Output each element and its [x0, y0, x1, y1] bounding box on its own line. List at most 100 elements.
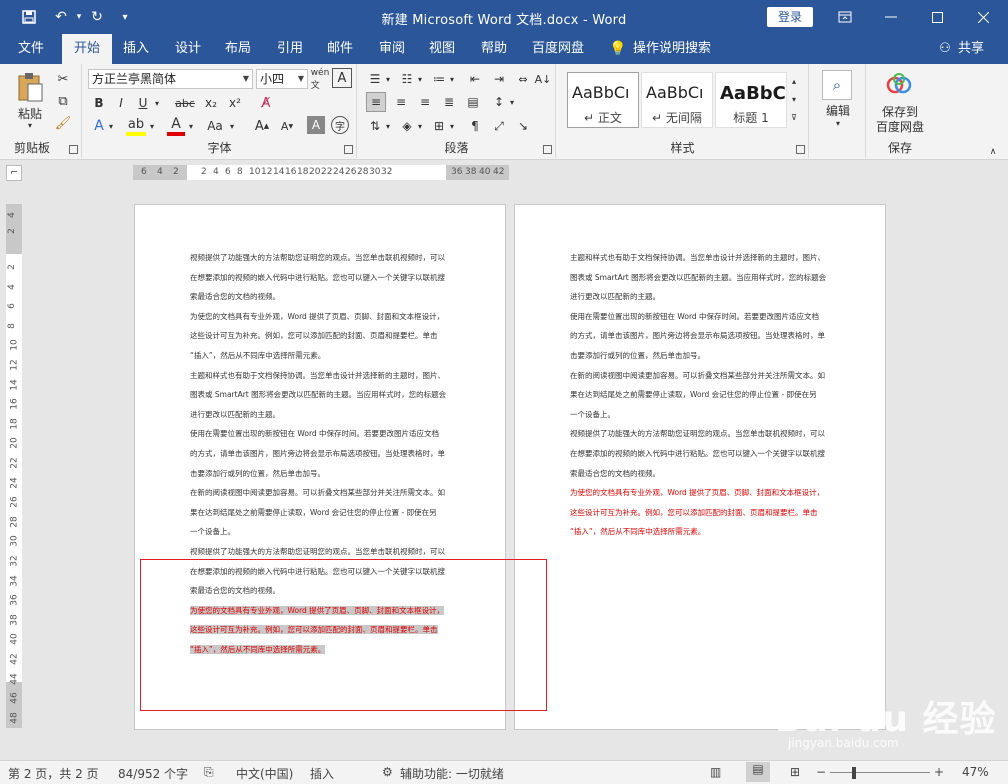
baidu-netdisk-icon[interactable] — [885, 72, 913, 96]
tab-review[interactable]: 审阅 — [372, 34, 412, 64]
italic-icon[interactable]: I — [112, 94, 130, 112]
line-spacing-icon[interactable]: ↕ — [490, 92, 508, 112]
tab-baidu-netdisk[interactable]: 百度网盘 — [526, 34, 590, 64]
shading-dropdown-icon[interactable]: ▾ — [415, 116, 425, 136]
ribbon-display-options-icon[interactable] — [822, 0, 868, 34]
accessibility-status[interactable]: 辅助功能: 一切就绪 — [400, 765, 504, 782]
paste-dropdown-icon[interactable]: ▾ — [22, 120, 38, 130]
tab-view[interactable]: 视图 — [422, 34, 462, 64]
shading-icon[interactable]: ◈ — [398, 116, 416, 136]
zoom-slider[interactable] — [830, 772, 930, 773]
align-left-icon[interactable]: ≡ — [366, 92, 386, 112]
grow-font-icon[interactable]: A ▲ — [253, 116, 271, 136]
paste-icon[interactable] — [14, 70, 46, 104]
zoom-out-icon[interactable]: − — [816, 765, 826, 779]
bullets-icon[interactable]: ☰ — [366, 70, 384, 88]
editing-button[interactable]: 编辑 — [816, 102, 860, 118]
save-to-line2[interactable]: 百度网盘 — [867, 119, 933, 134]
highlight-dropdown-icon[interactable]: ▾ — [147, 116, 157, 136]
character-shading-icon[interactable]: A — [307, 116, 325, 134]
text-direction-icon[interactable]: ⤢ — [490, 116, 508, 136]
font-color-icon[interactable]: A — [167, 116, 185, 136]
style-normal[interactable]: AaBbCı ↵ 正文 — [567, 72, 639, 128]
change-case-dropdown-icon[interactable]: ▾ — [227, 116, 237, 136]
text-effects-dropdown-icon[interactable]: ▾ — [106, 116, 116, 136]
close-button[interactable] — [960, 0, 1006, 34]
tab-home[interactable]: 开始 — [62, 34, 112, 64]
insert-mode[interactable]: 插入 — [310, 765, 334, 782]
bullets-dropdown-icon[interactable]: ▾ — [383, 70, 393, 88]
show-hide-icon[interactable]: ↘ — [514, 116, 532, 136]
increase-indent-icon[interactable]: ⇥ — [490, 70, 508, 88]
editing-dropdown-icon[interactable]: ▾ — [830, 118, 846, 128]
save-to-line1[interactable]: 保存到 — [867, 104, 933, 119]
tab-layout[interactable]: 布局 — [218, 34, 258, 64]
style-heading-1[interactable]: AaBbC 标题 1 — [715, 72, 787, 128]
language[interactable]: 中文(中国) — [236, 765, 293, 782]
styles-more-icon[interactable]: ⊽ — [788, 108, 800, 126]
strikethrough-icon[interactable]: abc — [174, 94, 196, 112]
asian-typography-icon[interactable]: ⇅ — [366, 116, 384, 136]
vertical-ruler[interactable]: 4 2 2 4 6 8 10 12 14 16 18 20 22 24 26 28 30 32 34 36 38 40 42… — [6, 204, 22, 728]
numbering-icon[interactable]: ☷ — [398, 70, 416, 88]
copy-icon[interactable]: ⧉ — [54, 92, 72, 110]
search-hint[interactable]: 操作说明搜索 — [632, 34, 712, 64]
collapse-ribbon-icon[interactable]: ∧ — [986, 146, 1000, 158]
print-layout-icon[interactable]: ▤ — [746, 762, 770, 782]
share-button[interactable]: 共享 — [954, 34, 988, 64]
underline-dropdown-icon[interactable]: ▾ — [152, 94, 162, 112]
paragraph-mark-icon[interactable]: ¶ — [466, 116, 484, 136]
bold-icon[interactable]: B — [90, 94, 108, 112]
distributed-icon[interactable]: ▤ — [463, 92, 483, 112]
shrink-font-icon[interactable]: A ▼ — [278, 116, 296, 136]
numbering-dropdown-icon[interactable]: ▾ — [415, 70, 425, 88]
styles-scroll-up-icon[interactable]: ▴ — [788, 72, 800, 90]
font-name-combo[interactable]: 方正兰亭黑简体 ▼ — [88, 69, 253, 89]
underline-icon[interactable]: U — [134, 94, 152, 112]
align-right-icon[interactable]: ≡ — [415, 92, 435, 112]
superscript-icon[interactable]: x² — [225, 94, 245, 112]
borders-dropdown-icon[interactable]: ▾ — [447, 116, 457, 136]
minimize-button[interactable] — [868, 0, 914, 34]
page-2[interactable]: 主题和样式也有助于文档保持协调。当您单击设计并选择新的主题时，图片、 图表或 Sm… — [514, 204, 886, 730]
zoom-level[interactable]: 47% — [962, 765, 989, 779]
enclose-characters-icon[interactable]: 字 — [331, 116, 349, 134]
character-border-icon[interactable]: A — [332, 68, 352, 88]
zoom-slider-thumb[interactable] — [851, 767, 856, 779]
read-mode-icon[interactable]: ▥ — [710, 765, 721, 779]
styles-launcher-icon[interactable] — [796, 145, 805, 154]
phonetic-guide-icon[interactable]: wén 文 — [309, 68, 331, 91]
tab-mailings[interactable]: 邮件 — [320, 34, 360, 64]
paste-label[interactable]: 粘贴 — [14, 106, 46, 121]
font-size-combo[interactable]: 小四 ▼ — [256, 69, 308, 89]
multilevel-dropdown-icon[interactable]: ▾ — [447, 70, 457, 88]
highlight-icon[interactable]: ab — [126, 116, 146, 136]
font-color-dropdown-icon[interactable]: ▾ — [186, 116, 196, 136]
style-no-spacing[interactable]: AaBbCı ↵ 无间隔 — [641, 72, 713, 128]
login-button[interactable]: 登录 — [767, 7, 813, 27]
clear-formatting-icon[interactable]: A̸ — [255, 94, 277, 112]
chinese-layout-icon[interactable]: ⇔ — [514, 70, 532, 88]
tab-insert[interactable]: 插入 — [116, 34, 156, 64]
accessibility-icon[interactable]: ⚙ — [382, 765, 393, 779]
tab-design[interactable]: 设计 — [168, 34, 208, 64]
tab-help[interactable]: 帮助 — [474, 34, 514, 64]
format-painter-icon[interactable]: 🖌 — [54, 114, 72, 132]
clipboard-launcher-icon[interactable] — [69, 145, 78, 154]
line-spacing-dropdown-icon[interactable]: ▾ — [507, 92, 517, 112]
styles-scroll-down-icon[interactable]: ▾ — [788, 90, 800, 108]
proofing-icon[interactable]: ⎘ — [204, 765, 214, 780]
word-count[interactable]: 84/952 个字 — [118, 765, 188, 782]
asian-typography-dropdown-icon[interactable]: ▾ — [383, 116, 393, 136]
tab-file[interactable]: 文件 — [8, 34, 54, 64]
paragraph-launcher-icon[interactable] — [543, 145, 552, 154]
find-icon[interactable]: ⌕ — [822, 70, 852, 100]
web-layout-icon[interactable]: ⊞ — [790, 765, 800, 779]
change-case-icon[interactable]: Aa — [203, 116, 227, 136]
zoom-in-icon[interactable]: + — [934, 765, 944, 779]
page-count[interactable]: 第 2 页，共 2 页 — [8, 765, 99, 782]
align-center-icon[interactable]: ≡ — [391, 92, 411, 112]
justify-icon[interactable]: ≣ — [439, 92, 459, 112]
sort-icon[interactable]: A↓ — [534, 70, 552, 88]
subscript-icon[interactable]: x₂ — [201, 94, 221, 112]
